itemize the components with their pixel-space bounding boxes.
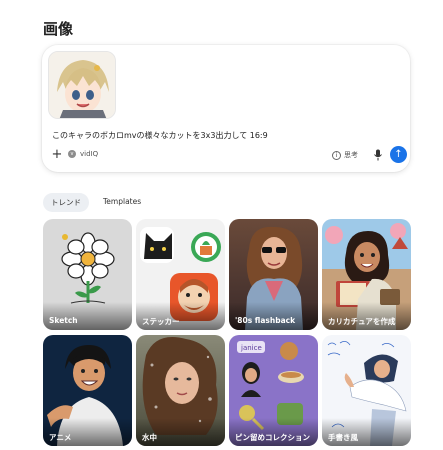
vidiq-tool-chip[interactable]: v vidIQ bbox=[68, 150, 98, 158]
card-label: カリカチュアを作成 bbox=[322, 302, 411, 330]
attached-image-thumbnail[interactable] bbox=[48, 51, 116, 119]
card-label: アニメ bbox=[43, 418, 132, 446]
card-80s-flashback[interactable]: '80s flashback bbox=[229, 219, 318, 330]
page-title: 画像 bbox=[43, 20, 74, 38]
prompt-text[interactable]: このキャラのボカロmvの様々なカットを3x3出力して 16:9 bbox=[52, 130, 268, 141]
card-anime[interactable]: アニメ bbox=[43, 335, 132, 446]
card-underwater[interactable]: 水中 bbox=[136, 335, 225, 446]
card-sketch[interactable]: Sketch bbox=[43, 219, 132, 330]
tab-trend[interactable]: トレンド bbox=[43, 193, 89, 212]
card-label: 水中 bbox=[136, 418, 225, 446]
send-button[interactable]: ↑ bbox=[390, 146, 407, 163]
card-caricature[interactable]: カリカチュアを作成 bbox=[322, 219, 411, 330]
anime-character-image bbox=[49, 52, 115, 118]
card-label: ピン留めコレクション bbox=[229, 418, 318, 446]
vidiq-icon: v bbox=[68, 150, 76, 158]
svg-text:janice: janice bbox=[240, 344, 262, 352]
composer-toolbar: + v vidIQ i 思考 ↑ bbox=[42, 146, 410, 168]
think-label: 思考 bbox=[344, 151, 358, 159]
card-label: '80s flashback bbox=[229, 302, 318, 330]
prompt-composer[interactable]: このキャラのボカロmvの様々なカットを3x3出力して 16:9 + v vidI… bbox=[42, 45, 410, 172]
card-sticker[interactable]: ステッカー bbox=[136, 219, 225, 330]
card-handwritten[interactable]: 手書き風 bbox=[322, 335, 411, 446]
vidiq-label: vidIQ bbox=[80, 150, 99, 158]
style-card-grid: Sketch ステッカー '80s flashback カリカチュアを作成 アニ… bbox=[43, 219, 411, 446]
card-label: Sketch bbox=[43, 302, 132, 330]
template-tabs: トレンド Templates bbox=[43, 193, 149, 212]
card-label: ステッカー bbox=[136, 302, 225, 330]
tab-templates[interactable]: Templates bbox=[95, 193, 149, 212]
card-label: 手書き風 bbox=[322, 418, 411, 446]
mic-icon[interactable] bbox=[373, 149, 383, 161]
arrow-up-icon: ↑ bbox=[394, 149, 403, 160]
info-icon: i bbox=[332, 150, 341, 160]
card-pin-collection[interactable]: janice ピン留めコレクション bbox=[229, 335, 318, 446]
think-mode-button[interactable]: i 思考 bbox=[332, 150, 358, 160]
plus-icon[interactable]: + bbox=[50, 148, 64, 162]
